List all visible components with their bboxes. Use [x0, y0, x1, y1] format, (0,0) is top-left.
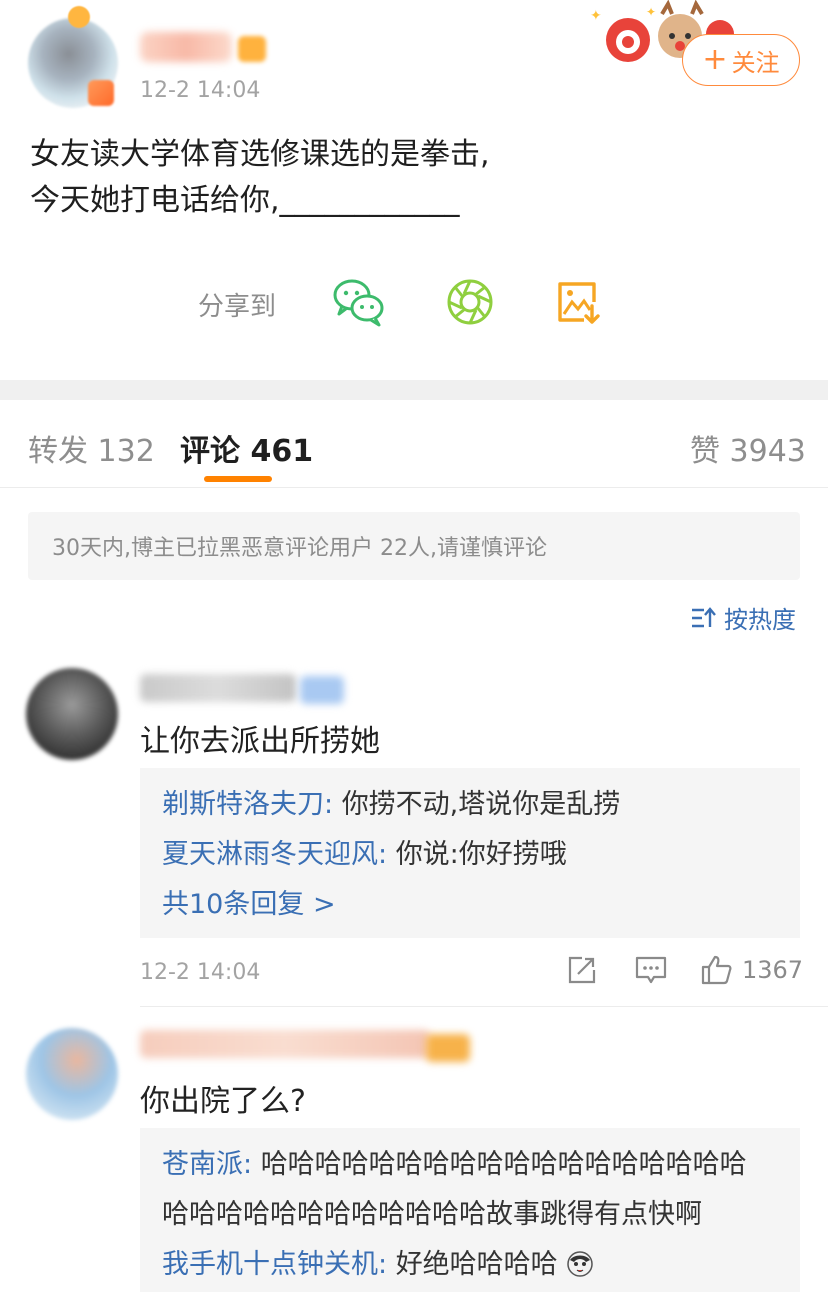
reply-item-continued: 哈哈哈哈哈哈哈哈哈哈哈哈故事跳得有点快啊	[162, 1190, 778, 1240]
post-author-name-blurred[interactable]	[140, 32, 232, 62]
reply-item: 苍南派: 哈哈哈哈哈哈哈哈哈哈哈哈哈哈哈哈哈哈	[162, 1149, 747, 1180]
notice-text: 30天内,博主已拉黑恶意评论用户 22人,请谨慎评论	[52, 536, 547, 561]
reply-text: 你捞不动,塔说你是乱捞	[341, 789, 621, 820]
reply-text: 你说:你好捞哦	[395, 839, 567, 870]
reply-text: 哈哈哈哈哈哈哈哈哈哈哈哈哈哈哈哈哈哈	[260, 1149, 747, 1180]
avatar-decoration	[68, 6, 90, 28]
reply-box[interactable]: 剃斯特洛夫刀: 你捞不动,塔说你是乱捞 夏天淋雨冬天迎风: 你说:你好捞哦 共1…	[140, 768, 800, 938]
section-divider	[0, 380, 828, 400]
reply-author[interactable]: 苍南派	[162, 1149, 243, 1180]
commenter-name-blurred[interactable]	[140, 1030, 430, 1058]
reply-item: 夏天淋雨冬天迎风: 你说:你好捞哦	[162, 839, 567, 870]
post-time: 12-2 14:04	[140, 78, 261, 103]
commenter-avatar[interactable]	[26, 668, 118, 760]
tab-comment[interactable]: 评论 461	[180, 426, 313, 470]
commenter-name-blurred[interactable]	[140, 674, 296, 702]
comment-notice: 30天内,博主已拉黑恶意评论用户 22人,请谨慎评论	[28, 512, 800, 580]
comment-divider	[140, 1006, 828, 1007]
sort-button[interactable]: 按热度	[690, 600, 796, 635]
tab-repost[interactable]: 转发 132	[28, 426, 155, 470]
share-label: 分享到	[198, 292, 277, 322]
member-badge-icon	[238, 36, 266, 62]
reply-box[interactable]: 苍南派: 哈哈哈哈哈哈哈哈哈哈哈哈哈哈哈哈哈哈 哈哈哈哈哈哈哈哈哈哈哈哈故事跳得…	[140, 1128, 800, 1292]
member-badge-icon	[300, 676, 344, 704]
follow-label: 关注	[731, 48, 780, 77]
reply-text: 好绝哈哈哈哈	[395, 1249, 558, 1280]
commenter-avatar[interactable]	[26, 1028, 118, 1120]
active-tab-indicator	[204, 476, 272, 482]
view-more-replies-link[interactable]: 共10条回复 >	[162, 880, 778, 930]
svg-text:✦: ✦	[590, 8, 602, 24]
like-count: 1367	[742, 956, 804, 984]
tab-like[interactable]: 赞 3943	[690, 426, 806, 470]
moments-icon[interactable]	[444, 276, 496, 328]
post-body: 女友读大学体育选修课选的是拳击, 今天她打电话给你,____________	[30, 132, 810, 224]
post-text-line: 今天她打电话给你,____________	[30, 183, 460, 218]
comment-time: 12-2 14:04	[140, 960, 261, 985]
reply-author[interactable]: 夏天淋雨冬天迎风	[162, 839, 378, 870]
comment-icon[interactable]	[634, 954, 668, 986]
reply-item: 剃斯特洛夫刀: 你捞不动,塔说你是乱捞	[162, 789, 621, 820]
repost-icon[interactable]	[566, 954, 598, 986]
reply-author[interactable]: 我手机十点钟关机	[162, 1249, 378, 1280]
comment-text: 你出院了么?	[140, 1084, 306, 1119]
follow-button[interactable]: + 关注	[682, 34, 800, 86]
like-icon[interactable]	[700, 954, 734, 986]
comment-actions: 1367	[566, 954, 803, 986]
reply-text: 哈哈哈哈哈哈哈哈哈哈哈哈故事跳得有点快啊	[162, 1199, 702, 1230]
plus-icon: +	[702, 42, 728, 77]
svg-text:✦: ✦	[646, 5, 656, 19]
reply-item: 我手机十点钟关机: 好绝哈哈哈哈	[162, 1240, 778, 1290]
sort-icon	[692, 606, 716, 627]
reply-author[interactable]: 剃斯特洛夫刀	[162, 789, 324, 820]
avatar-badge	[88, 80, 114, 106]
save-image-icon[interactable]	[554, 276, 606, 328]
emoji-icon	[567, 1251, 594, 1277]
tab-divider	[0, 487, 828, 488]
member-badge-icon	[426, 1034, 470, 1062]
comment-text: 让你去派出所捞她	[140, 724, 380, 759]
post-text-line: 女友读大学体育选修课选的是拳击,	[30, 137, 490, 172]
wechat-icon[interactable]	[332, 276, 384, 328]
sort-label: 按热度	[724, 606, 796, 634]
